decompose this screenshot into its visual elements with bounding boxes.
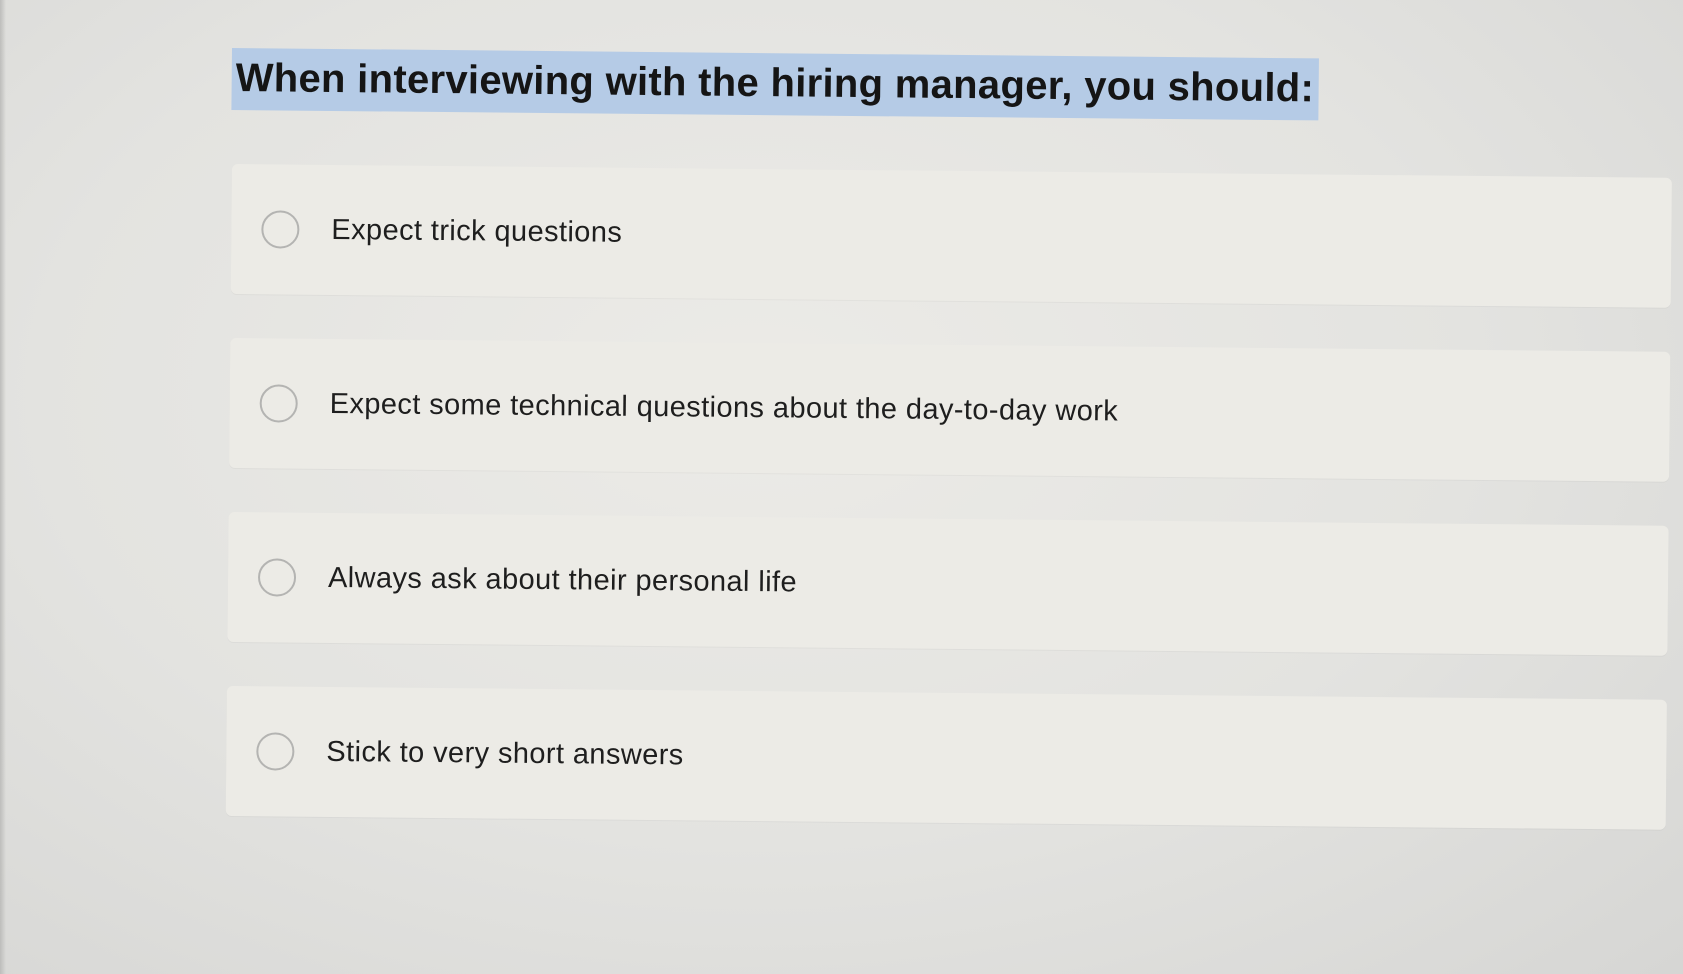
answer-option-label: Expect trick questions: [331, 213, 623, 249]
question-container: When interviewing with the hiring manage…: [231, 48, 1319, 121]
radio-button[interactable]: [257, 558, 297, 597]
answer-option-label: Expect some technical questions about th…: [329, 387, 1119, 428]
answer-options: Expect trick questions Expect some techn…: [225, 164, 1672, 874]
radio-button[interactable]: [259, 384, 298, 423]
answer-option-label: Always ask about their personal life: [327, 561, 798, 599]
answer-option-trick-questions[interactable]: Expect trick questions: [230, 164, 1672, 308]
answer-option-personal-life[interactable]: Always ask about their personal life: [227, 511, 1669, 656]
question-text: When interviewing with the hiring manage…: [231, 48, 1319, 121]
answer-option-technical-questions[interactable]: Expect some technical questions about th…: [229, 337, 1671, 482]
answer-option-label: Stick to very short answers: [326, 735, 684, 772]
answer-option-short-answers[interactable]: Stick to very short answers: [225, 685, 1667, 830]
screen-edge: [0, 0, 6, 974]
radio-button[interactable]: [261, 210, 300, 249]
radio-button[interactable]: [256, 732, 295, 771]
